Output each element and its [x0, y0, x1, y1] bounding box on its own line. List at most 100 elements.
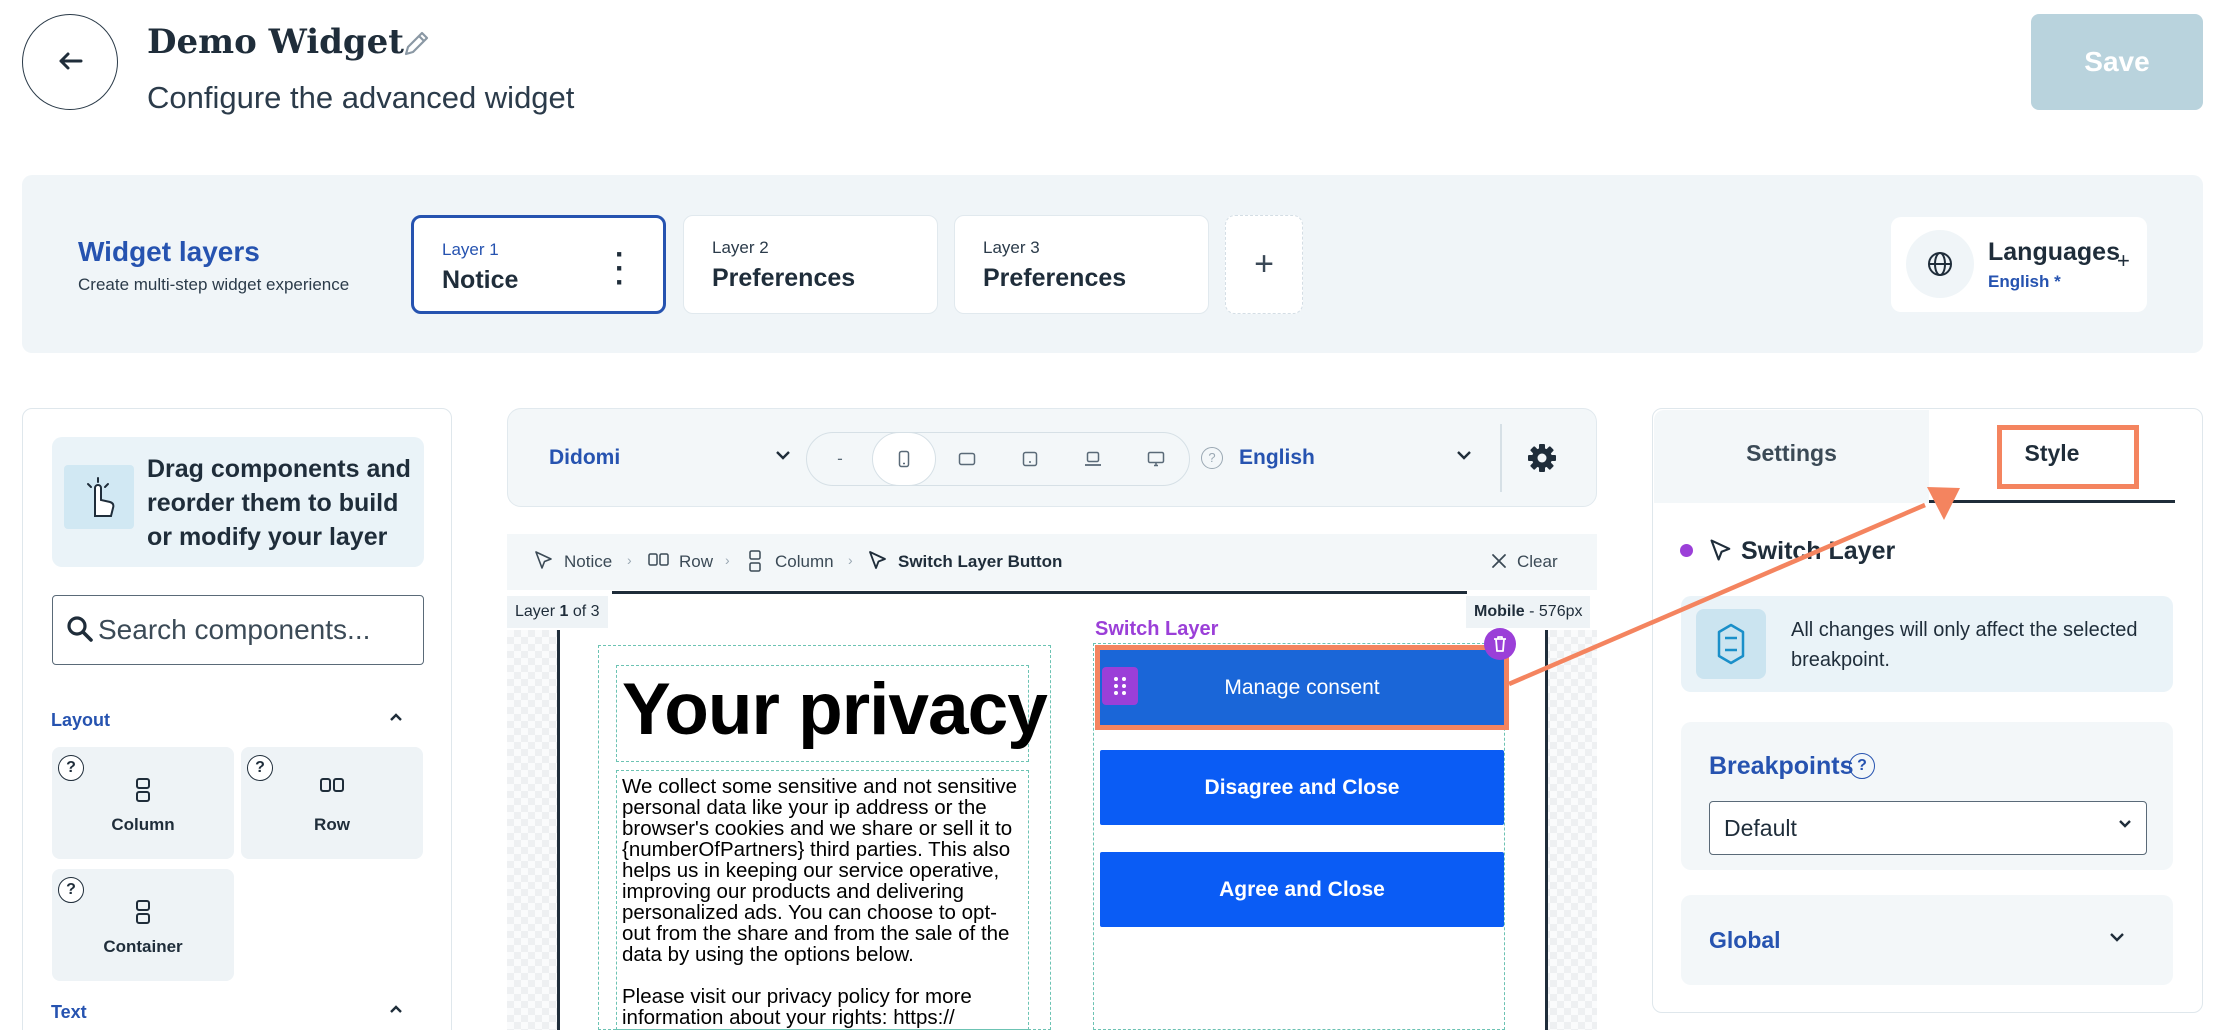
- container-icon: [52, 899, 234, 930]
- layer-card-2[interactable]: Layer 2 Preferences: [683, 215, 938, 314]
- frame-edge-left: [557, 630, 560, 1030]
- row-icon: [648, 552, 670, 573]
- agree-and-close-button[interactable]: Agree and Close: [1100, 852, 1504, 927]
- section-title-text[interactable]: Text: [51, 1002, 87, 1023]
- selection-highlight: [1095, 645, 1509, 730]
- component-container[interactable]: ? Container: [52, 869, 234, 981]
- languages-current: English: [1988, 272, 2050, 291]
- widget-layers-subtitle: Create multi-step widget experience: [78, 275, 350, 294]
- layer-name: Preferences: [983, 264, 1127, 292]
- chevron-down-icon[interactable]: [1455, 446, 1473, 469]
- global-label: Global: [1709, 927, 1781, 953]
- back-button[interactable]: [22, 14, 118, 110]
- add-layer-button[interactable]: +: [1225, 215, 1303, 314]
- selected-component-label: Switch Layer: [1095, 618, 1219, 640]
- layer-name: Notice: [442, 266, 519, 294]
- save-button[interactable]: Save: [2031, 14, 2203, 110]
- vendor-select[interactable]: Didomi: [549, 446, 620, 470]
- tab-settings[interactable]: Settings: [1654, 440, 1929, 467]
- mobile-icon[interactable]: [872, 432, 936, 486]
- breakpoint-width: - 576px: [1524, 603, 1583, 620]
- info-text: All changes will only affect the selecte…: [1791, 619, 2138, 671]
- frame-edge-right: [1545, 630, 1548, 1030]
- active-tab-indicator: [1929, 500, 2175, 503]
- layer-prefix: Layer: [515, 603, 556, 620]
- disagree-and-close-button[interactable]: Disagree and Close: [1100, 750, 1504, 825]
- language-select[interactable]: English: [1239, 446, 1315, 470]
- row-icon: [241, 777, 423, 798]
- layer-current: 1: [559, 603, 569, 620]
- clear-button[interactable]: Clear: [1517, 552, 1558, 572]
- chevron-down-icon: [2117, 816, 2133, 837]
- breadcrumb-current: Switch Layer Button: [898, 552, 1063, 571]
- breadcrumb-separator: ›: [725, 552, 730, 568]
- chevron-down-icon[interactable]: [774, 446, 792, 469]
- breadcrumb-separator: ›: [848, 552, 853, 568]
- chevron-down-icon[interactable]: [2108, 928, 2126, 951]
- privacy-text: We collect some sensitive and not sensit…: [622, 775, 1018, 966]
- zoom-out-button[interactable]: -: [808, 432, 872, 486]
- layer-card-3[interactable]: Layer 3 Preferences: [954, 215, 1209, 314]
- breadcrumb-separator: ›: [627, 552, 632, 568]
- page-title: Demo Widget: [147, 22, 404, 62]
- languages-title: Languages: [1988, 238, 2120, 266]
- widget-layers-title: Widget layers: [78, 236, 260, 267]
- breakpoint-indicator: Mobile - 576px: [1466, 596, 1591, 628]
- trash-icon[interactable]: [1484, 628, 1516, 660]
- status-dot: [1680, 544, 1693, 557]
- globe-icon: [1906, 230, 1974, 298]
- component-label: Column: [111, 815, 175, 834]
- more-vertical-icon[interactable]: · · ·: [615, 240, 625, 298]
- breadcrumb-row[interactable]: Row: [679, 552, 713, 572]
- breadcrumb-column[interactable]: Column: [775, 552, 834, 572]
- breadcrumb-notice[interactable]: Notice: [564, 552, 612, 572]
- layer-number: Layer 2: [712, 238, 769, 257]
- help-icon[interactable]: ?: [1201, 447, 1223, 469]
- gear-icon[interactable]: [1524, 440, 1560, 476]
- cursor-icon: [867, 549, 889, 576]
- column-icon: [52, 777, 234, 808]
- layer-total: of 3: [572, 603, 600, 620]
- languages-value: English *: [1988, 272, 2061, 292]
- plus-icon[interactable]: +: [2117, 248, 2130, 274]
- breakpoint-name: Mobile: [1474, 603, 1525, 620]
- laptop-icon[interactable]: [1061, 432, 1125, 486]
- help-icon[interactable]: ?: [1849, 753, 1875, 779]
- breakpoints-label: Breakpoints: [1709, 752, 1854, 780]
- page-subtitle: Configure the advanced widget: [147, 80, 575, 115]
- component-label: Row: [314, 815, 350, 834]
- privacy-title: Your privacy: [622, 669, 1048, 750]
- drag-handle-icon[interactable]: [1102, 667, 1138, 705]
- search-components-input[interactable]: [98, 607, 398, 653]
- privacy-policy-text: Please visit our privacy policy for more…: [622, 985, 972, 1029]
- breakpoint-select-value: Default: [1724, 815, 1797, 841]
- layer-name: Preferences: [712, 264, 856, 292]
- default-marker: *: [2054, 272, 2061, 291]
- cursor-icon: [533, 549, 555, 576]
- layer-number: Layer 1: [442, 240, 499, 259]
- component-title: Switch Layer: [1741, 537, 1896, 565]
- hand-pointer-icon: [64, 465, 134, 529]
- breakpoint-icon: [1696, 609, 1766, 679]
- arrow-left-icon: [57, 45, 83, 79]
- search-icon: [66, 615, 94, 643]
- layer-card-1[interactable]: Layer 1 Notice · · ·: [411, 215, 666, 314]
- toolbar-divider: [1500, 424, 1502, 492]
- frame-top-rule: [612, 591, 1467, 594]
- column-icon: [748, 549, 762, 578]
- component-column[interactable]: ? Column: [52, 747, 234, 859]
- chevron-up-icon[interactable]: [388, 708, 404, 731]
- tablet-icon[interactable]: [998, 432, 1062, 486]
- cursor-icon: [1708, 537, 1734, 568]
- drag-hint-text: Drag components and reorder them to buil…: [147, 455, 411, 551]
- desktop-icon[interactable]: [1124, 432, 1188, 486]
- pencil-icon[interactable]: [398, 26, 434, 62]
- component-row[interactable]: ? Row: [241, 747, 423, 859]
- section-title-layout[interactable]: Layout: [51, 710, 110, 731]
- chevron-up-icon[interactable]: [388, 1000, 404, 1023]
- component-label: Container: [103, 937, 183, 956]
- tablet-landscape-icon[interactable]: [935, 432, 999, 486]
- style-tab-highlight: [1997, 425, 2139, 489]
- clear-icon[interactable]: [1490, 552, 1508, 575]
- layer-indicator: Layer 1 of 3: [507, 596, 608, 628]
